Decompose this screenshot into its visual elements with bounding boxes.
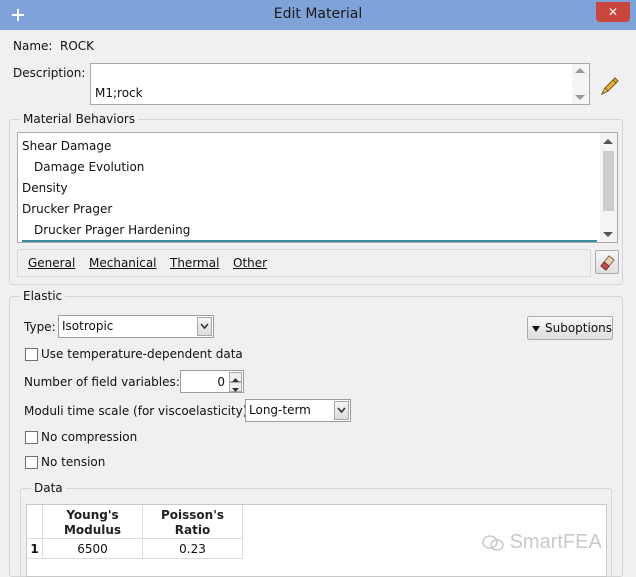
spin-up-icon[interactable] xyxy=(229,372,242,382)
list-item[interactable]: Damage Evolution xyxy=(34,160,144,174)
data-title: Data xyxy=(31,481,66,495)
list-item[interactable]: Shear Damage xyxy=(22,139,111,153)
watermark: SmartFEA xyxy=(482,531,602,554)
wechat-icon xyxy=(482,534,504,551)
type-value: Isotropic xyxy=(62,319,114,333)
column-header[interactable]: Young's Modulus xyxy=(43,505,143,539)
list-item[interactable]: Drucker Prager xyxy=(22,202,112,216)
scroll-down-icon[interactable] xyxy=(575,95,585,100)
no-compression-label: No compression xyxy=(41,430,138,444)
scroll-up-icon[interactable] xyxy=(575,68,585,73)
chevron-down-icon[interactable] xyxy=(334,401,349,420)
triangle-down-icon xyxy=(532,326,540,332)
window-title: Edit Material xyxy=(273,6,363,22)
list-item[interactable]: Density xyxy=(22,181,68,195)
behavior-menu-bar: General Mechanical Thermal Other xyxy=(17,249,591,277)
pencil-icon[interactable] xyxy=(598,74,622,98)
eraser-button[interactable] xyxy=(595,250,619,274)
description-label: Description: xyxy=(13,66,86,80)
suboptions-label: Suboptions xyxy=(545,321,613,335)
no-tension-label: No tension xyxy=(41,455,106,469)
title-bar: Edit Material ✕ xyxy=(0,0,636,30)
temperature-dependent-checkbox[interactable] xyxy=(25,348,38,361)
scroll-up-icon[interactable] xyxy=(603,139,613,144)
field-variables-value: 0 xyxy=(217,375,225,389)
no-tension-checkbox[interactable] xyxy=(25,456,38,469)
scroll-down-icon[interactable] xyxy=(603,232,613,237)
list-item[interactable]: Drucker Prager Hardening xyxy=(34,223,190,237)
temperature-dependent-label: Use temperature-dependent data xyxy=(41,347,243,361)
watermark-text: SmartFEA xyxy=(509,531,602,553)
menu-mechanical[interactable]: Mechanical xyxy=(89,256,157,270)
menu-other[interactable]: Other xyxy=(233,256,267,270)
spin-down-icon[interactable] xyxy=(229,382,242,392)
menu-general[interactable]: General xyxy=(28,256,75,270)
material-behaviors-title: Material Behaviors xyxy=(20,112,139,126)
suboptions-button[interactable]: Suboptions xyxy=(527,316,613,340)
table-corner xyxy=(27,505,43,539)
selection-underline xyxy=(22,240,597,242)
description-scrollbar[interactable] xyxy=(572,64,589,104)
name-label: Name: xyxy=(13,39,53,53)
type-select[interactable]: Isotropic xyxy=(58,315,214,338)
eraser-icon xyxy=(600,255,615,271)
field-variables-label: Number of field variables: xyxy=(24,375,180,389)
moduli-time-scale-select[interactable]: Long-term xyxy=(245,399,351,422)
scroll-thumb[interactable] xyxy=(603,151,614,211)
behaviors-list[interactable]: Shear Damage Damage Evolution Density Dr… xyxy=(17,132,618,243)
moduli-time-scale-value: Long-term xyxy=(249,403,311,417)
close-button[interactable]: ✕ xyxy=(596,2,630,22)
row-index: 1 xyxy=(27,539,43,559)
name-value: ROCK xyxy=(60,39,95,53)
chevron-down-icon[interactable] xyxy=(197,317,212,336)
menu-thermal[interactable]: Thermal xyxy=(170,256,219,270)
moduli-time-scale-label: Moduli time scale (for viscoelasticity): xyxy=(24,404,252,418)
behaviors-scrollbar[interactable] xyxy=(600,133,617,242)
table-cell[interactable]: 6500 xyxy=(43,539,143,559)
column-header[interactable]: Poisson's Ratio xyxy=(143,505,243,539)
field-variables-spinner[interactable]: 0 xyxy=(180,370,244,393)
type-label: Type: xyxy=(24,320,56,334)
dialog-body: Name: ROCK Description: M1;rock Material… xyxy=(6,30,630,577)
description-field[interactable]: M1;rock xyxy=(90,63,590,105)
no-compression-checkbox[interactable] xyxy=(25,431,38,444)
description-text: M1;rock xyxy=(95,86,143,100)
table-cell[interactable]: 0.23 xyxy=(143,539,243,559)
elastic-title: Elastic xyxy=(20,289,66,303)
